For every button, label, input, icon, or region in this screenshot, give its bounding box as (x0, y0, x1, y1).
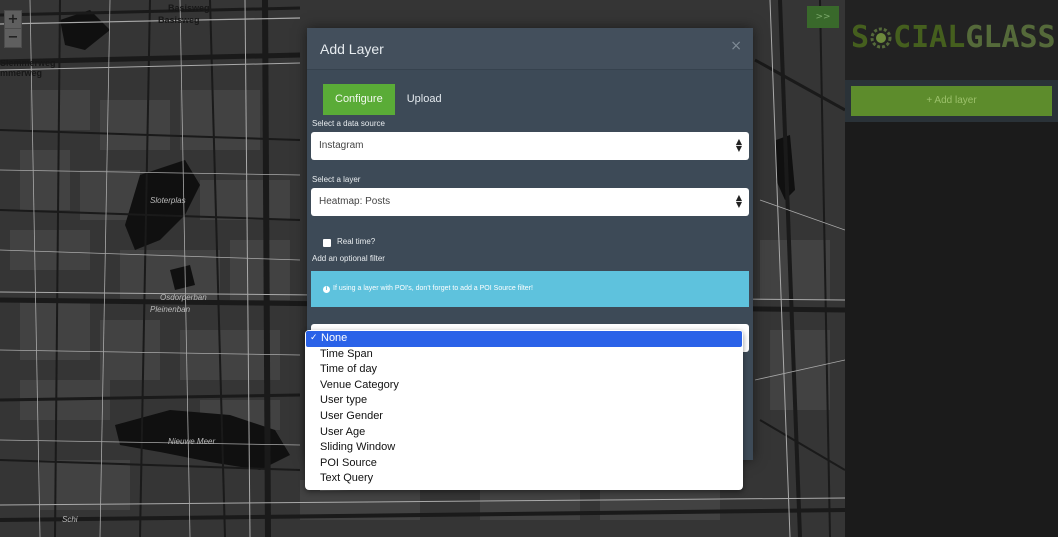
dropdown-option[interactable]: User type (305, 393, 743, 409)
modal-header: Add Layer × (307, 28, 753, 70)
filter-label: Add an optional filter (312, 254, 385, 263)
tab-upload[interactable]: Upload (395, 84, 454, 115)
layer-select[interactable]: Heatmap: Posts ▲ ▼ (311, 188, 749, 216)
logo-letter: S (851, 20, 870, 55)
dropdown-option[interactable]: Text Query (305, 471, 743, 487)
select-arrows-icon: ▲ ▼ (735, 137, 742, 153)
modal-tabs: Configure Upload (323, 84, 454, 115)
data-source-value: Instagram (319, 140, 364, 151)
add-layer-bar: + Add layer (845, 80, 1058, 122)
data-source-select[interactable]: Instagram ▲ ▼ (311, 132, 749, 160)
tab-configure[interactable]: Configure (323, 84, 395, 115)
info-icon: i (323, 286, 330, 293)
dropdown-option[interactable]: Sliding Window (305, 440, 743, 456)
data-source-label: Select a data source (312, 119, 385, 128)
logo-word-1: CIAL (893, 20, 966, 55)
layer-value: Heatmap: Posts (319, 196, 391, 207)
add-layer-button[interactable]: + Add layer (851, 86, 1052, 116)
sidebar: S CIALGLASS + Add layer (845, 0, 1058, 537)
dropdown-option[interactable]: ✓ None (306, 331, 742, 347)
info-alert-text: If using a layer with POI's, don't forge… (333, 285, 533, 292)
realtime-checkbox[interactable] (323, 239, 331, 247)
info-alert-text-wrap: i If using a layer with POI's, don't forg… (323, 285, 533, 293)
dropdown-option[interactable]: User Gender (305, 409, 743, 425)
app-logo: S CIALGLASS (851, 20, 1058, 55)
select-arrows-icon: ▲ ▼ (735, 193, 742, 209)
filter-dropdown-list: ✓ None Time Span Time of day Venue Catego… (305, 330, 743, 490)
dropdown-option[interactable]: User Age (305, 425, 743, 441)
checkmark-icon: ✓ (310, 333, 318, 343)
realtime-label: Real time? (337, 237, 376, 246)
sidebar-toggle-button[interactable]: >> (807, 6, 839, 28)
dropdown-option[interactable]: Time of day (305, 362, 743, 378)
layer-label: Select a layer (312, 175, 361, 184)
dropdown-option[interactable]: Time Span (305, 347, 743, 363)
brand-header: S CIALGLASS (845, 0, 1058, 80)
dropdown-option[interactable]: POI Source (305, 456, 743, 472)
modal-title: Add Layer (320, 41, 384, 57)
info-alert: i If using a layer with POI's, don't forg… (311, 271, 749, 307)
close-icon[interactable]: × (730, 38, 742, 54)
gear-globe-icon (869, 23, 893, 49)
logo-word-2: GLASS (965, 20, 1056, 55)
dropdown-option[interactable]: Venue Category (305, 378, 743, 394)
